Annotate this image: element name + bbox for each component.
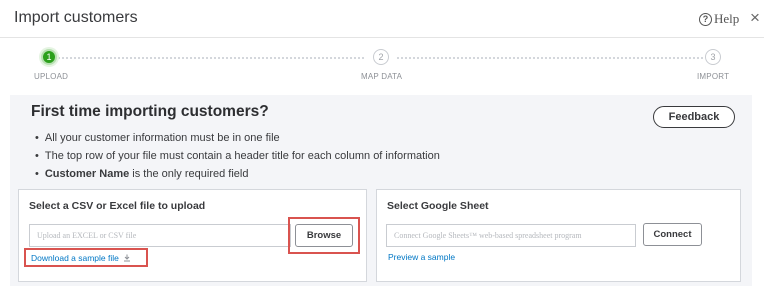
step-upload-label: UPLOAD — [34, 72, 69, 81]
requirement-item: All your customer information must be in… — [35, 129, 440, 147]
help-button[interactable]: ? Help — [699, 11, 739, 27]
import-stepper: 1 UPLOAD 2 MAP DATA 3 IMPORT — [0, 38, 764, 90]
help-icon: ? — [699, 12, 712, 26]
dialog-header: Import customers ? Help × — [0, 0, 764, 38]
required-field-name: Customer Name — [44, 168, 130, 180]
sheet-card-title: Select Google Sheet — [387, 200, 489, 212]
step-map-data-label: MAP DATA — [361, 72, 403, 81]
import-customers-dialog: Import customers ? Help × 1 UPLOAD 2 MAP… — [0, 0, 764, 286]
google-sheet-card: Select Google Sheet Connect Google Sheet… — [376, 189, 741, 282]
download-sample-highlight — [24, 248, 148, 267]
connect-button[interactable]: Connect — [643, 223, 702, 246]
csv-upload-card: Select a CSV or Excel file to upload Upl… — [18, 189, 367, 282]
dialog-title: Import customers — [14, 9, 138, 26]
step-upload-indicator: 1 — [41, 49, 57, 65]
preview-sample-link[interactable]: Preview a sample — [388, 252, 455, 262]
help-label: Help — [714, 11, 740, 26]
stepper-connector — [58, 57, 364, 59]
requirements-list: All your customer information must be in… — [35, 129, 440, 183]
step-import-indicator: 3 — [705, 49, 721, 65]
close-icon[interactable]: × — [750, 9, 760, 26]
stepper-connector — [397, 57, 703, 59]
requirement-item: Customer Name is the only required field — [35, 165, 440, 183]
browse-highlight — [288, 217, 360, 254]
requirement-item: The top row of your file must contain a … — [35, 147, 440, 165]
feedback-button[interactable]: Feedback — [653, 106, 735, 128]
page-heading: First time importing customers? — [31, 103, 269, 120]
google-sheet-input[interactable]: Connect Google Sheets™ web-based spreads… — [386, 224, 636, 247]
csv-card-title: Select a CSV or Excel file to upload — [29, 200, 206, 212]
required-field-note: is the only required field — [129, 168, 249, 180]
file-upload-input[interactable]: Upload an EXCEL or CSV file — [29, 224, 291, 247]
upload-panel: First time importing customers? Feedback… — [10, 95, 752, 286]
step-import-label: IMPORT — [697, 72, 730, 81]
step-map-data-indicator: 2 — [373, 49, 389, 65]
